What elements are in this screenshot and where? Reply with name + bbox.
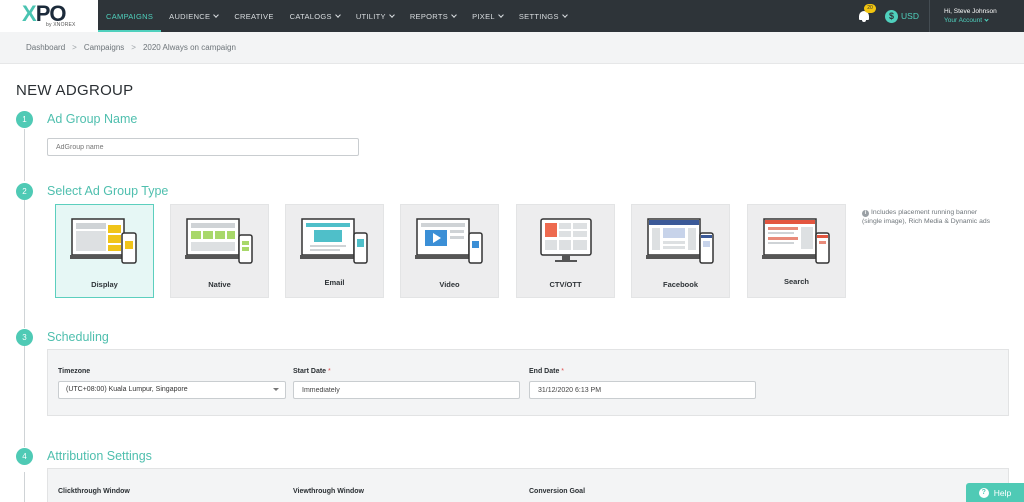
step-connector xyxy=(24,472,25,502)
card-label: Video xyxy=(439,280,460,289)
card-label: Display xyxy=(91,280,118,289)
adgroup-type-note: i Includes placement running banner (sing… xyxy=(862,209,991,225)
step-3-number: 3 xyxy=(16,329,33,346)
step-2-title: Select Ad Group Type xyxy=(47,184,169,198)
nav-campaigns[interactable]: CAMPAIGNS xyxy=(98,0,162,32)
ctv-icon xyxy=(540,218,592,262)
xpo-logo[interactable]: XPO by XNOREX xyxy=(0,0,98,32)
step-4-number: 4 xyxy=(16,448,33,465)
adgroup-type-ctv-ott[interactable]: CTV/OTT xyxy=(516,204,615,298)
adgroup-type-native[interactable]: Native xyxy=(170,204,269,298)
conversion-goal-label: Conversion Goal xyxy=(529,488,586,495)
nav-creative[interactable]: CREATIVE xyxy=(226,0,281,32)
timezone-select[interactable]: (UTC+08:00) Kuala Lumpur, Singapore xyxy=(58,381,286,399)
breadcrumb-current: 2020 Always on campaign xyxy=(142,43,236,52)
search-icon xyxy=(762,218,830,264)
question-icon: ? xyxy=(978,487,989,498)
video-icon xyxy=(415,218,483,264)
step-1-number: 1 xyxy=(16,111,33,128)
info-icon: i xyxy=(862,210,869,217)
email-icon xyxy=(300,218,368,264)
card-label: Search xyxy=(783,277,810,286)
card-label: CTV/OTT xyxy=(549,280,582,289)
start-date-label: Start Date * xyxy=(293,368,331,375)
end-date-label: End Date * xyxy=(529,368,565,375)
adgroup-type-search[interactable]: Search xyxy=(747,204,846,298)
notification-count-badge: 20 xyxy=(864,4,877,13)
nav-pixel[interactable]: PIXEL xyxy=(464,0,511,32)
account-menu[interactable]: Hi, Steve Johnson Your Account xyxy=(940,8,1024,24)
step-connector xyxy=(24,200,25,328)
card-label: Email xyxy=(324,278,345,287)
step-connector xyxy=(24,346,25,447)
chevron-down-icon xyxy=(451,11,457,18)
adgroup-type-facebook[interactable]: Facebook xyxy=(631,204,730,298)
step-2-number: 2 xyxy=(16,183,33,200)
breadcrumb-separator: > xyxy=(72,43,77,52)
step-1-title: Ad Group Name xyxy=(47,112,138,126)
native-icon xyxy=(185,218,253,264)
nav-utility[interactable]: UTILITY xyxy=(348,0,402,32)
timezone-label: Timezone xyxy=(58,368,91,375)
your-account-link[interactable]: Your Account xyxy=(944,16,1024,24)
card-label: Facebook xyxy=(662,280,698,289)
chevron-down-icon xyxy=(561,11,568,18)
nav-audience[interactable]: AUDIENCE xyxy=(161,0,226,32)
chevron-down-icon xyxy=(334,11,341,18)
adgroup-name-input[interactable] xyxy=(47,138,359,156)
nav-catalogs[interactable]: CATALOGS xyxy=(282,0,348,32)
card-label: Native xyxy=(208,280,231,289)
dollar-icon: $ xyxy=(885,9,899,23)
currency-selector[interactable]: $ USD xyxy=(885,0,930,32)
start-date-input[interactable] xyxy=(293,381,520,399)
step-3-title: Scheduling xyxy=(47,330,109,344)
chevron-down-icon xyxy=(389,11,395,18)
currency-label: USD xyxy=(901,11,919,21)
scheduling-panel: Timezone (UTC+08:00) Kuala Lumpur, Singa… xyxy=(47,349,1009,416)
facebook-icon xyxy=(646,218,714,264)
top-navbar: XPO by XNOREX CAMPAIGNS AUDIENCE CREATIV… xyxy=(0,0,1024,32)
page-title: NEW ADGROUP xyxy=(16,82,134,99)
main-menu: CAMPAIGNS AUDIENCE CREATIVE CATALOGS UTI… xyxy=(98,0,575,32)
caret-down-icon xyxy=(273,388,279,391)
adgroup-type-email[interactable]: Email xyxy=(285,204,384,298)
nav-settings[interactable]: SETTINGS xyxy=(511,0,575,32)
chevron-down-icon xyxy=(984,16,989,22)
breadcrumb-campaigns[interactable]: Campaigns xyxy=(84,43,124,52)
end-date-input[interactable] xyxy=(529,381,756,399)
chevron-down-icon xyxy=(498,11,504,18)
notifications-bell-icon[interactable]: 20 xyxy=(857,4,877,23)
chevron-down-icon xyxy=(213,11,220,18)
breadcrumb-dashboard[interactable]: Dashboard xyxy=(26,43,65,52)
help-button[interactable]: ? Help xyxy=(966,483,1024,502)
breadcrumb: Dashboard > Campaigns > 2020 Always on c… xyxy=(0,32,1024,64)
step-4-title: Attribution Settings xyxy=(47,449,152,463)
adgroup-type-video[interactable]: Video xyxy=(400,204,499,298)
breadcrumb-separator: > xyxy=(131,43,136,52)
clickthrough-window-label: Clickthrough Window xyxy=(58,488,130,495)
attribution-panel: Clickthrough Window Viewthrough Window C… xyxy=(47,468,1009,502)
step-connector xyxy=(24,129,25,181)
adgroup-type-display[interactable]: Display xyxy=(55,204,154,298)
viewthrough-window-label: Viewthrough Window xyxy=(293,488,364,495)
user-greeting: Hi, Steve Johnson xyxy=(944,8,997,15)
nav-reports[interactable]: REPORTS xyxy=(402,0,464,32)
display-icon xyxy=(70,218,137,264)
